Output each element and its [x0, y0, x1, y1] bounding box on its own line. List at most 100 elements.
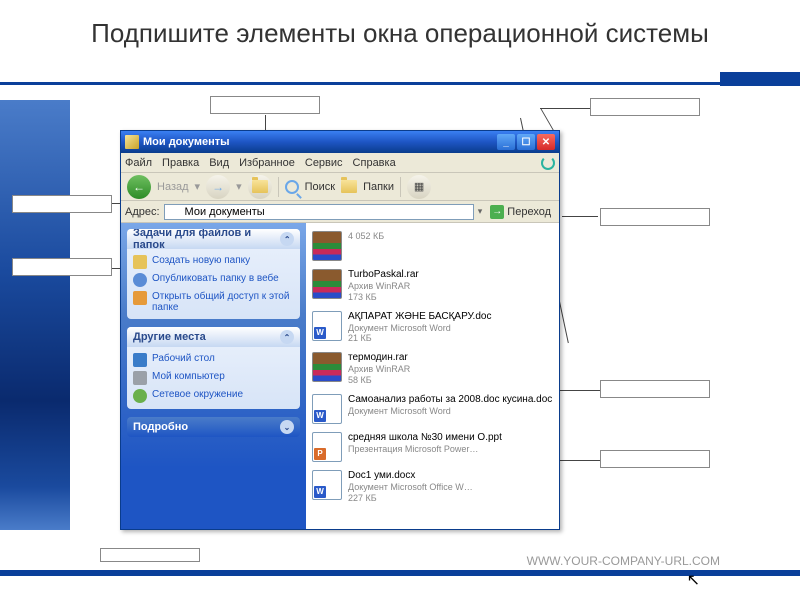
folders-button[interactable]: Папки — [363, 181, 394, 193]
places-panel-header[interactable]: Другие места ⌃ — [127, 327, 300, 347]
callout-box — [590, 98, 700, 116]
file-size: 227 КБ — [348, 493, 473, 504]
back-label: Назад — [157, 181, 189, 193]
task-label: Открыть общий доступ к этой папке — [152, 291, 294, 313]
file-name: TurboPaskal.rar — [348, 269, 419, 281]
window-title: Мои документы — [143, 136, 230, 148]
docx-file-icon — [312, 470, 342, 500]
place-item[interactable]: Сетевое окружение — [133, 387, 294, 405]
file-name: АҚПАРАТ ЖӘНЕ БАСҚАРУ.doc — [348, 311, 491, 323]
doc-file-icon — [312, 311, 342, 341]
footer-bar — [0, 570, 800, 576]
tasks-pane: Задачи для файлов и папок ⌃ Создать нову… — [121, 223, 306, 529]
title-block — [720, 72, 800, 86]
new-folder-icon — [133, 255, 147, 269]
tasks-panel: Задачи для файлов и папок ⌃ Создать нову… — [127, 229, 300, 319]
callout-box — [600, 208, 710, 226]
address-dropdown[interactable]: ▾ — [478, 206, 483, 217]
menu-tools[interactable]: Сервис — [305, 157, 343, 169]
callout-box — [12, 258, 112, 276]
minimize-button[interactable]: _ — [497, 134, 515, 150]
place-label: Сетевое окружение — [152, 389, 243, 400]
file-size: 4 052 КБ — [348, 231, 384, 242]
place-label: Мой компьютер — [152, 371, 225, 382]
file-name: средняя школа №30 имени О.ppt — [348, 432, 502, 444]
file-item[interactable]: 4 052 КБ — [310, 227, 555, 265]
share-icon — [133, 291, 147, 305]
rar-file-icon — [312, 231, 342, 261]
throbber-icon — [541, 156, 555, 170]
task-label: Опубликовать папку в вебе — [152, 273, 279, 284]
forward-dropdown[interactable]: ▾ — [236, 180, 242, 193]
explorer-window: Мои документы _ ☐ ✕ Файл Правка Вид Избр… — [120, 130, 560, 530]
file-desc: Документ Microsoft Word — [348, 406, 552, 417]
task-item[interactable]: Опубликовать папку в вебе — [133, 271, 294, 289]
callout-box — [600, 380, 710, 398]
file-size: 58 КБ — [348, 375, 410, 386]
back-dropdown[interactable]: ▾ — [195, 180, 201, 193]
folder-up-icon — [252, 180, 268, 193]
up-button[interactable] — [248, 175, 272, 199]
address-input[interactable] — [164, 204, 474, 220]
place-label: Рабочий стол — [152, 353, 215, 364]
file-name: Самоанализ работы за 2008.doc кусина.doc — [348, 394, 552, 406]
tasks-panel-header[interactable]: Задачи для файлов и папок ⌃ — [127, 229, 300, 249]
desktop-icon — [133, 353, 147, 367]
menu-favorites[interactable]: Избранное — [239, 157, 295, 169]
callout-box — [600, 450, 710, 468]
ppt-file-icon — [312, 432, 342, 462]
file-desc: Презентация Microsoft Power… — [348, 444, 502, 455]
place-item[interactable]: Рабочий стол — [133, 351, 294, 369]
left-gradient-decor — [0, 100, 70, 530]
file-name: Doc1 уми.docx — [348, 470, 473, 482]
file-item[interactable]: термодин.rar Архив WinRAR 58 КБ — [310, 348, 555, 390]
folders-icon — [341, 180, 357, 193]
close-button[interactable]: ✕ — [537, 134, 555, 150]
toolbar: ← Назад ▾ → ▾ Поиск Папки ▦ — [121, 173, 559, 201]
back-button[interactable]: ← — [127, 175, 151, 199]
search-button[interactable]: Поиск — [305, 181, 335, 193]
views-button[interactable]: ▦ — [407, 175, 431, 199]
rar-file-icon — [312, 269, 342, 299]
titlebar[interactable]: Мои документы _ ☐ ✕ — [121, 131, 559, 153]
maximize-button[interactable]: ☐ — [517, 134, 535, 150]
place-item[interactable]: Мой компьютер — [133, 369, 294, 387]
computer-icon — [133, 371, 147, 385]
menu-help[interactable]: Справка — [353, 157, 396, 169]
file-item[interactable]: TurboPaskal.rar Архив WinRAR 173 КБ — [310, 265, 555, 307]
menu-edit[interactable]: Правка — [162, 157, 199, 169]
go-button[interactable]: → Переход — [486, 205, 555, 219]
cursor-icon: ↖ — [687, 570, 700, 590]
callout-box — [210, 96, 320, 114]
file-item[interactable]: АҚПАРАТ ЖӘНЕ БАСҚАРУ.doc Документ Micros… — [310, 307, 555, 349]
folder-icon — [125, 135, 139, 149]
tasks-header-label: Задачи для файлов и папок — [133, 229, 280, 251]
publish-icon — [133, 273, 147, 287]
file-desc: Документ Microsoft Office W… — [348, 482, 473, 493]
file-name: термодин.rar — [348, 352, 410, 364]
file-size: 173 КБ — [348, 292, 419, 303]
places-panel: Другие места ⌃ Рабочий стол Мой компьюте… — [127, 327, 300, 409]
details-panel-header[interactable]: Подробно ⌄ — [127, 417, 300, 437]
file-item[interactable]: средняя школа №30 имени О.ppt Презентаци… — [310, 428, 555, 466]
file-list: 4 052 КБ TurboPaskal.rar Архив WinRAR 17… — [306, 223, 559, 529]
details-header-label: Подробно — [133, 421, 188, 433]
footer-url: WWW.YOUR-COMPANY-URL.COM — [527, 554, 720, 568]
network-icon — [133, 389, 147, 403]
chevron-up-icon: ⌃ — [280, 232, 294, 246]
callout-box — [12, 195, 112, 213]
task-item[interactable]: Открыть общий доступ к этой папке — [133, 289, 294, 315]
doc-file-icon — [312, 394, 342, 424]
menu-view[interactable]: Вид — [209, 157, 229, 169]
file-item[interactable]: Doc1 уми.docx Документ Microsoft Office … — [310, 466, 555, 508]
details-panel: Подробно ⌄ — [127, 417, 300, 437]
forward-button[interactable]: → — [206, 175, 230, 199]
search-icon — [285, 180, 299, 194]
menu-file[interactable]: Файл — [125, 157, 152, 169]
task-label: Создать новую папку — [152, 255, 250, 266]
task-item[interactable]: Создать новую папку — [133, 253, 294, 271]
slide-title: Подпишите элементы окна операционной сис… — [50, 18, 750, 49]
file-item[interactable]: Самоанализ работы за 2008.doc кусина.doc… — [310, 390, 555, 428]
places-header-label: Другие места — [133, 331, 206, 343]
file-desc: Документ Microsoft Word — [348, 323, 491, 334]
